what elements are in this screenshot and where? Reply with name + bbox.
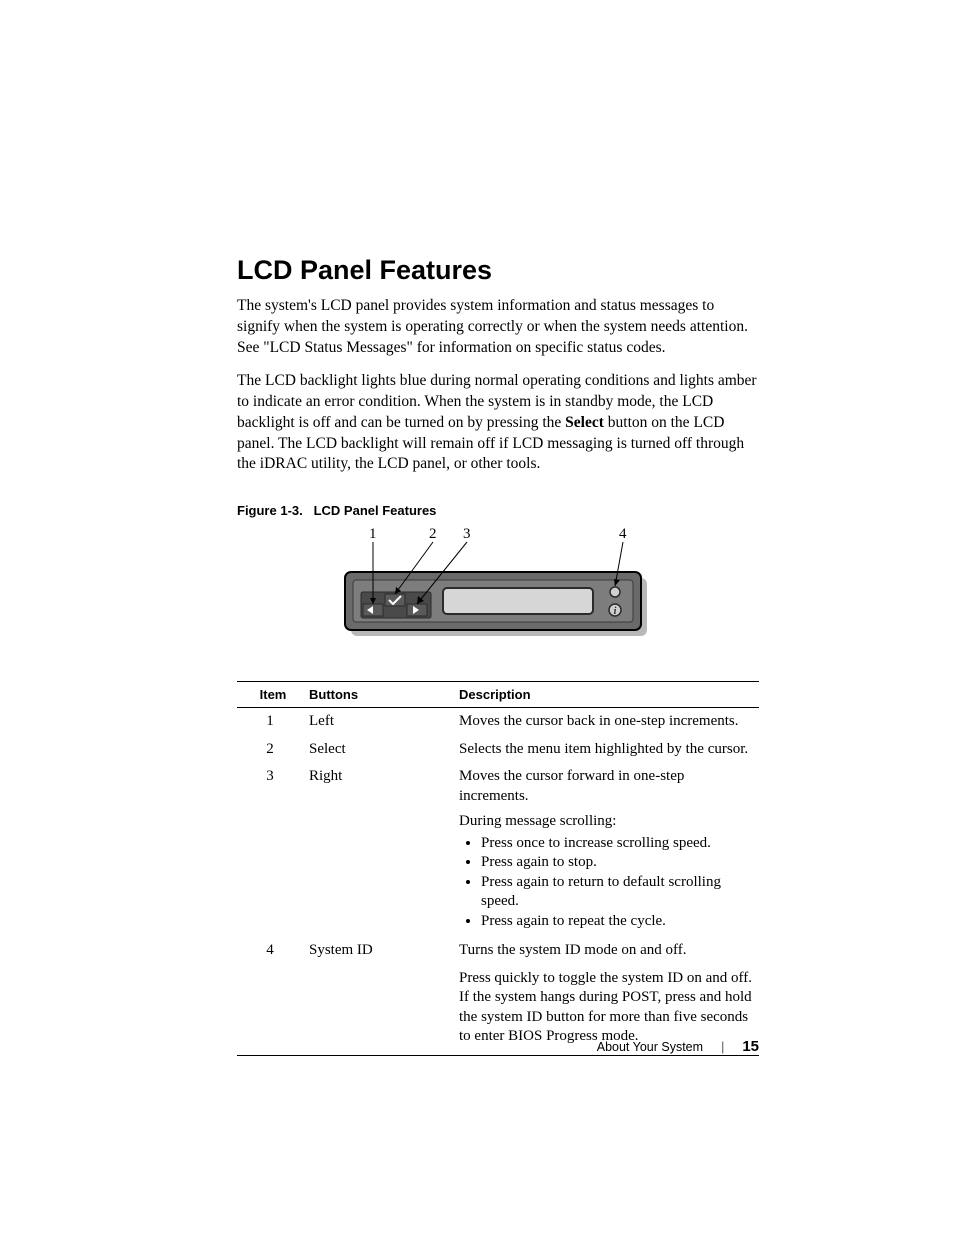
table-row: 1 Left Moves the cursor back in one-step… <box>237 708 759 736</box>
intro-paragraph-1: The system's LCD panel provides system i… <box>237 296 759 359</box>
figure-title: LCD Panel Features <box>314 503 437 518</box>
figure-caption: Figure 1-3. LCD Panel Features <box>237 503 759 518</box>
page-footer: About Your System | 15 <box>597 1038 759 1055</box>
table-row: 4 System ID Turns the system ID mode on … <box>237 937 759 965</box>
cell-desc: Moves the cursor back in one-step increm… <box>459 708 759 736</box>
figure-number: Figure 1-3. <box>237 503 303 518</box>
cell-item: 3 <box>237 763 309 937</box>
cell-desc: Turns the system ID mode on and off. <box>459 937 759 965</box>
list-item: Press again to stop. <box>481 853 753 873</box>
select-button <box>385 594 405 606</box>
row3-bullets: Press once to increase scrolling speed. … <box>459 834 753 932</box>
p2-bold-select: Select <box>565 414 604 431</box>
info-icon-i: i <box>614 606 617 617</box>
footer-section: About Your System <box>597 1040 703 1054</box>
th-buttons: Buttons <box>309 682 459 708</box>
list-item: Press once to increase scrolling speed. <box>481 834 753 854</box>
callout-2: 2 <box>429 526 437 542</box>
row3-desc: Moves the cursor forward in one-step inc… <box>459 767 753 806</box>
cell-item: 4 <box>237 937 309 965</box>
cell-item: 1 <box>237 708 309 736</box>
table-row: 2 Select Selects the menu item highlight… <box>237 736 759 764</box>
footer-page-number: 15 <box>742 1038 759 1055</box>
section-heading: LCD Panel Features <box>237 255 759 286</box>
lcd-panel-svg: 1 2 3 4 i <box>343 526 653 641</box>
system-id-button <box>610 587 620 597</box>
row3-scrolling-heading: During message scrolling: <box>459 812 753 832</box>
list-item: Press again to repeat the cycle. <box>481 912 753 932</box>
intro-paragraph-2: The LCD backlight lights blue during nor… <box>237 371 759 476</box>
cell-desc: Selects the menu item highlighted by the… <box>459 736 759 764</box>
lcd-panel-diagram: 1 2 3 4 i <box>237 526 759 641</box>
cell-desc: Moves the cursor forward in one-step inc… <box>459 763 759 937</box>
cell-button: Left <box>309 708 459 736</box>
th-description: Description <box>459 682 759 708</box>
th-item: Item <box>237 682 309 708</box>
table-row: 3 Right Moves the cursor forward in one-… <box>237 763 759 937</box>
lcd-screen <box>443 588 593 614</box>
cell-button: Select <box>309 736 459 764</box>
callout-3: 3 <box>463 526 471 542</box>
callout-1: 1 <box>369 526 377 542</box>
cell-button: Right <box>309 763 459 937</box>
cell-item: 2 <box>237 736 309 764</box>
footer-separator: | <box>721 1040 724 1054</box>
lcd-features-table: Item Buttons Description 1 Left Moves th… <box>237 681 759 1056</box>
callout-4: 4 <box>619 526 627 542</box>
list-item: Press again to return to default scrolli… <box>481 873 753 912</box>
cell-button: System ID <box>309 937 459 965</box>
